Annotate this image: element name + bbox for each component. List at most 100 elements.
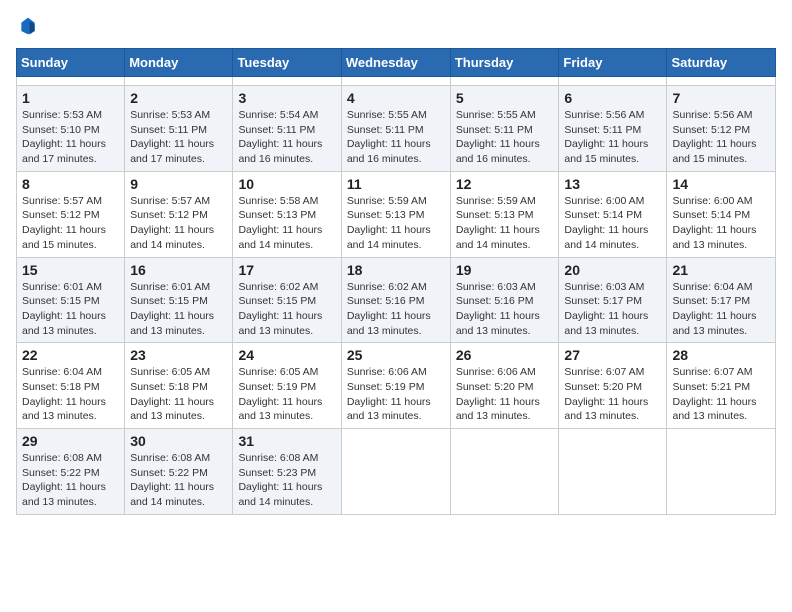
calendar-day-cell: 21 Sunrise: 6:04 AMSunset: 5:17 PMDaylig… <box>667 257 776 343</box>
calendar-day-cell: 10 Sunrise: 5:58 AMSunset: 5:13 PMDaylig… <box>233 171 341 257</box>
calendar-day-cell: 16 Sunrise: 6:01 AMSunset: 5:15 PMDaylig… <box>125 257 233 343</box>
day-of-week-header: Monday <box>125 49 233 77</box>
day-number: 18 <box>347 262 445 278</box>
day-number: 13 <box>564 176 661 192</box>
calendar-week-row <box>17 77 776 86</box>
day-info: Sunrise: 5:57 AMSunset: 5:12 PMDaylight:… <box>130 195 214 251</box>
calendar-day-cell: 18 Sunrise: 6:02 AMSunset: 5:16 PMDaylig… <box>341 257 450 343</box>
day-info: Sunrise: 6:05 AMSunset: 5:19 PMDaylight:… <box>238 366 322 422</box>
empty-cell <box>667 77 776 86</box>
day-info: Sunrise: 5:56 AMSunset: 5:11 PMDaylight:… <box>564 109 648 165</box>
day-info: Sunrise: 6:03 AMSunset: 5:16 PMDaylight:… <box>456 281 540 337</box>
calendar-day-cell: 12 Sunrise: 5:59 AMSunset: 5:13 PMDaylig… <box>450 171 559 257</box>
calendar-table: SundayMondayTuesdayWednesdayThursdayFrid… <box>16 48 776 515</box>
calendar-day-cell: 7 Sunrise: 5:56 AMSunset: 5:12 PMDayligh… <box>667 86 776 172</box>
day-info: Sunrise: 6:06 AMSunset: 5:19 PMDaylight:… <box>347 366 431 422</box>
day-info: Sunrise: 6:07 AMSunset: 5:21 PMDaylight:… <box>672 366 756 422</box>
day-number: 16 <box>130 262 227 278</box>
day-info: Sunrise: 6:05 AMSunset: 5:18 PMDaylight:… <box>130 366 214 422</box>
calendar-day-cell: 5 Sunrise: 5:55 AMSunset: 5:11 PMDayligh… <box>450 86 559 172</box>
day-number: 19 <box>456 262 554 278</box>
calendar-day-cell: 27 Sunrise: 6:07 AMSunset: 5:20 PMDaylig… <box>559 343 667 429</box>
day-number: 24 <box>238 347 335 363</box>
calendar-day-cell: 14 Sunrise: 6:00 AMSunset: 5:14 PMDaylig… <box>667 171 776 257</box>
empty-cell <box>341 77 450 86</box>
day-info: Sunrise: 6:08 AMSunset: 5:23 PMDaylight:… <box>238 452 322 508</box>
day-info: Sunrise: 6:00 AMSunset: 5:14 PMDaylight:… <box>672 195 756 251</box>
day-number: 3 <box>238 90 335 106</box>
calendar-day-cell: 29 Sunrise: 6:08 AMSunset: 5:22 PMDaylig… <box>17 429 125 515</box>
day-number: 8 <box>22 176 119 192</box>
calendar-day-cell: 20 Sunrise: 6:03 AMSunset: 5:17 PMDaylig… <box>559 257 667 343</box>
day-number: 9 <box>130 176 227 192</box>
day-info: Sunrise: 6:04 AMSunset: 5:17 PMDaylight:… <box>672 281 756 337</box>
day-info: Sunrise: 5:53 AMSunset: 5:10 PMDaylight:… <box>22 109 106 165</box>
calendar-day-cell: 28 Sunrise: 6:07 AMSunset: 5:21 PMDaylig… <box>667 343 776 429</box>
empty-cell <box>233 77 341 86</box>
day-info: Sunrise: 6:02 AMSunset: 5:16 PMDaylight:… <box>347 281 431 337</box>
calendar-day-cell: 26 Sunrise: 6:06 AMSunset: 5:20 PMDaylig… <box>450 343 559 429</box>
calendar-day-cell: 6 Sunrise: 5:56 AMSunset: 5:11 PMDayligh… <box>559 86 667 172</box>
empty-cell <box>450 77 559 86</box>
day-number: 2 <box>130 90 227 106</box>
day-number: 27 <box>564 347 661 363</box>
day-info: Sunrise: 5:56 AMSunset: 5:12 PMDaylight:… <box>672 109 756 165</box>
day-info: Sunrise: 5:55 AMSunset: 5:11 PMDaylight:… <box>456 109 540 165</box>
day-of-week-header: Thursday <box>450 49 559 77</box>
day-info: Sunrise: 6:01 AMSunset: 5:15 PMDaylight:… <box>130 281 214 337</box>
day-number: 10 <box>238 176 335 192</box>
day-number: 25 <box>347 347 445 363</box>
day-of-week-header: Wednesday <box>341 49 450 77</box>
day-info: Sunrise: 6:03 AMSunset: 5:17 PMDaylight:… <box>564 281 648 337</box>
calendar-week-row: 15 Sunrise: 6:01 AMSunset: 5:15 PMDaylig… <box>17 257 776 343</box>
day-number: 31 <box>238 433 335 449</box>
day-of-week-header: Sunday <box>17 49 125 77</box>
day-info: Sunrise: 6:02 AMSunset: 5:15 PMDaylight:… <box>238 281 322 337</box>
day-number: 23 <box>130 347 227 363</box>
calendar-day-cell: 31 Sunrise: 6:08 AMSunset: 5:23 PMDaylig… <box>233 429 341 515</box>
calendar-day-cell: 24 Sunrise: 6:05 AMSunset: 5:19 PMDaylig… <box>233 343 341 429</box>
day-info: Sunrise: 5:59 AMSunset: 5:13 PMDaylight:… <box>347 195 431 251</box>
calendar-day-cell: 15 Sunrise: 6:01 AMSunset: 5:15 PMDaylig… <box>17 257 125 343</box>
day-number: 21 <box>672 262 770 278</box>
day-info: Sunrise: 5:55 AMSunset: 5:11 PMDaylight:… <box>347 109 431 165</box>
calendar-day-cell: 1 Sunrise: 5:53 AMSunset: 5:10 PMDayligh… <box>17 86 125 172</box>
day-number: 17 <box>238 262 335 278</box>
calendar-week-row: 29 Sunrise: 6:08 AMSunset: 5:22 PMDaylig… <box>17 429 776 515</box>
day-info: Sunrise: 6:00 AMSunset: 5:14 PMDaylight:… <box>564 195 648 251</box>
day-info: Sunrise: 5:57 AMSunset: 5:12 PMDaylight:… <box>22 195 106 251</box>
logo <box>16 16 38 36</box>
day-number: 7 <box>672 90 770 106</box>
day-number: 22 <box>22 347 119 363</box>
calendar-day-cell: 8 Sunrise: 5:57 AMSunset: 5:12 PMDayligh… <box>17 171 125 257</box>
day-number: 5 <box>456 90 554 106</box>
day-of-week-header: Tuesday <box>233 49 341 77</box>
calendar-week-row: 8 Sunrise: 5:57 AMSunset: 5:12 PMDayligh… <box>17 171 776 257</box>
empty-cell <box>559 77 667 86</box>
calendar-day-cell: 13 Sunrise: 6:00 AMSunset: 5:14 PMDaylig… <box>559 171 667 257</box>
day-info: Sunrise: 6:04 AMSunset: 5:18 PMDaylight:… <box>22 366 106 422</box>
day-number: 30 <box>130 433 227 449</box>
calendar-day-cell: 22 Sunrise: 6:04 AMSunset: 5:18 PMDaylig… <box>17 343 125 429</box>
calendar-day-cell: 25 Sunrise: 6:06 AMSunset: 5:19 PMDaylig… <box>341 343 450 429</box>
logo-icon <box>18 16 38 36</box>
day-info: Sunrise: 5:54 AMSunset: 5:11 PMDaylight:… <box>238 109 322 165</box>
day-info: Sunrise: 5:58 AMSunset: 5:13 PMDaylight:… <box>238 195 322 251</box>
calendar-day-cell: 17 Sunrise: 6:02 AMSunset: 5:15 PMDaylig… <box>233 257 341 343</box>
day-info: Sunrise: 6:07 AMSunset: 5:20 PMDaylight:… <box>564 366 648 422</box>
day-info: Sunrise: 6:06 AMSunset: 5:20 PMDaylight:… <box>456 366 540 422</box>
empty-cell <box>450 429 559 515</box>
day-number: 28 <box>672 347 770 363</box>
empty-cell <box>125 77 233 86</box>
calendar-day-cell: 11 Sunrise: 5:59 AMSunset: 5:13 PMDaylig… <box>341 171 450 257</box>
calendar-day-cell: 9 Sunrise: 5:57 AMSunset: 5:12 PMDayligh… <box>125 171 233 257</box>
day-number: 14 <box>672 176 770 192</box>
day-info: Sunrise: 5:59 AMSunset: 5:13 PMDaylight:… <box>456 195 540 251</box>
day-info: Sunrise: 6:01 AMSunset: 5:15 PMDaylight:… <box>22 281 106 337</box>
day-number: 11 <box>347 176 445 192</box>
calendar-week-row: 22 Sunrise: 6:04 AMSunset: 5:18 PMDaylig… <box>17 343 776 429</box>
day-info: Sunrise: 6:08 AMSunset: 5:22 PMDaylight:… <box>130 452 214 508</box>
day-of-week-header: Friday <box>559 49 667 77</box>
day-info: Sunrise: 6:08 AMSunset: 5:22 PMDaylight:… <box>22 452 106 508</box>
day-info: Sunrise: 5:53 AMSunset: 5:11 PMDaylight:… <box>130 109 214 165</box>
